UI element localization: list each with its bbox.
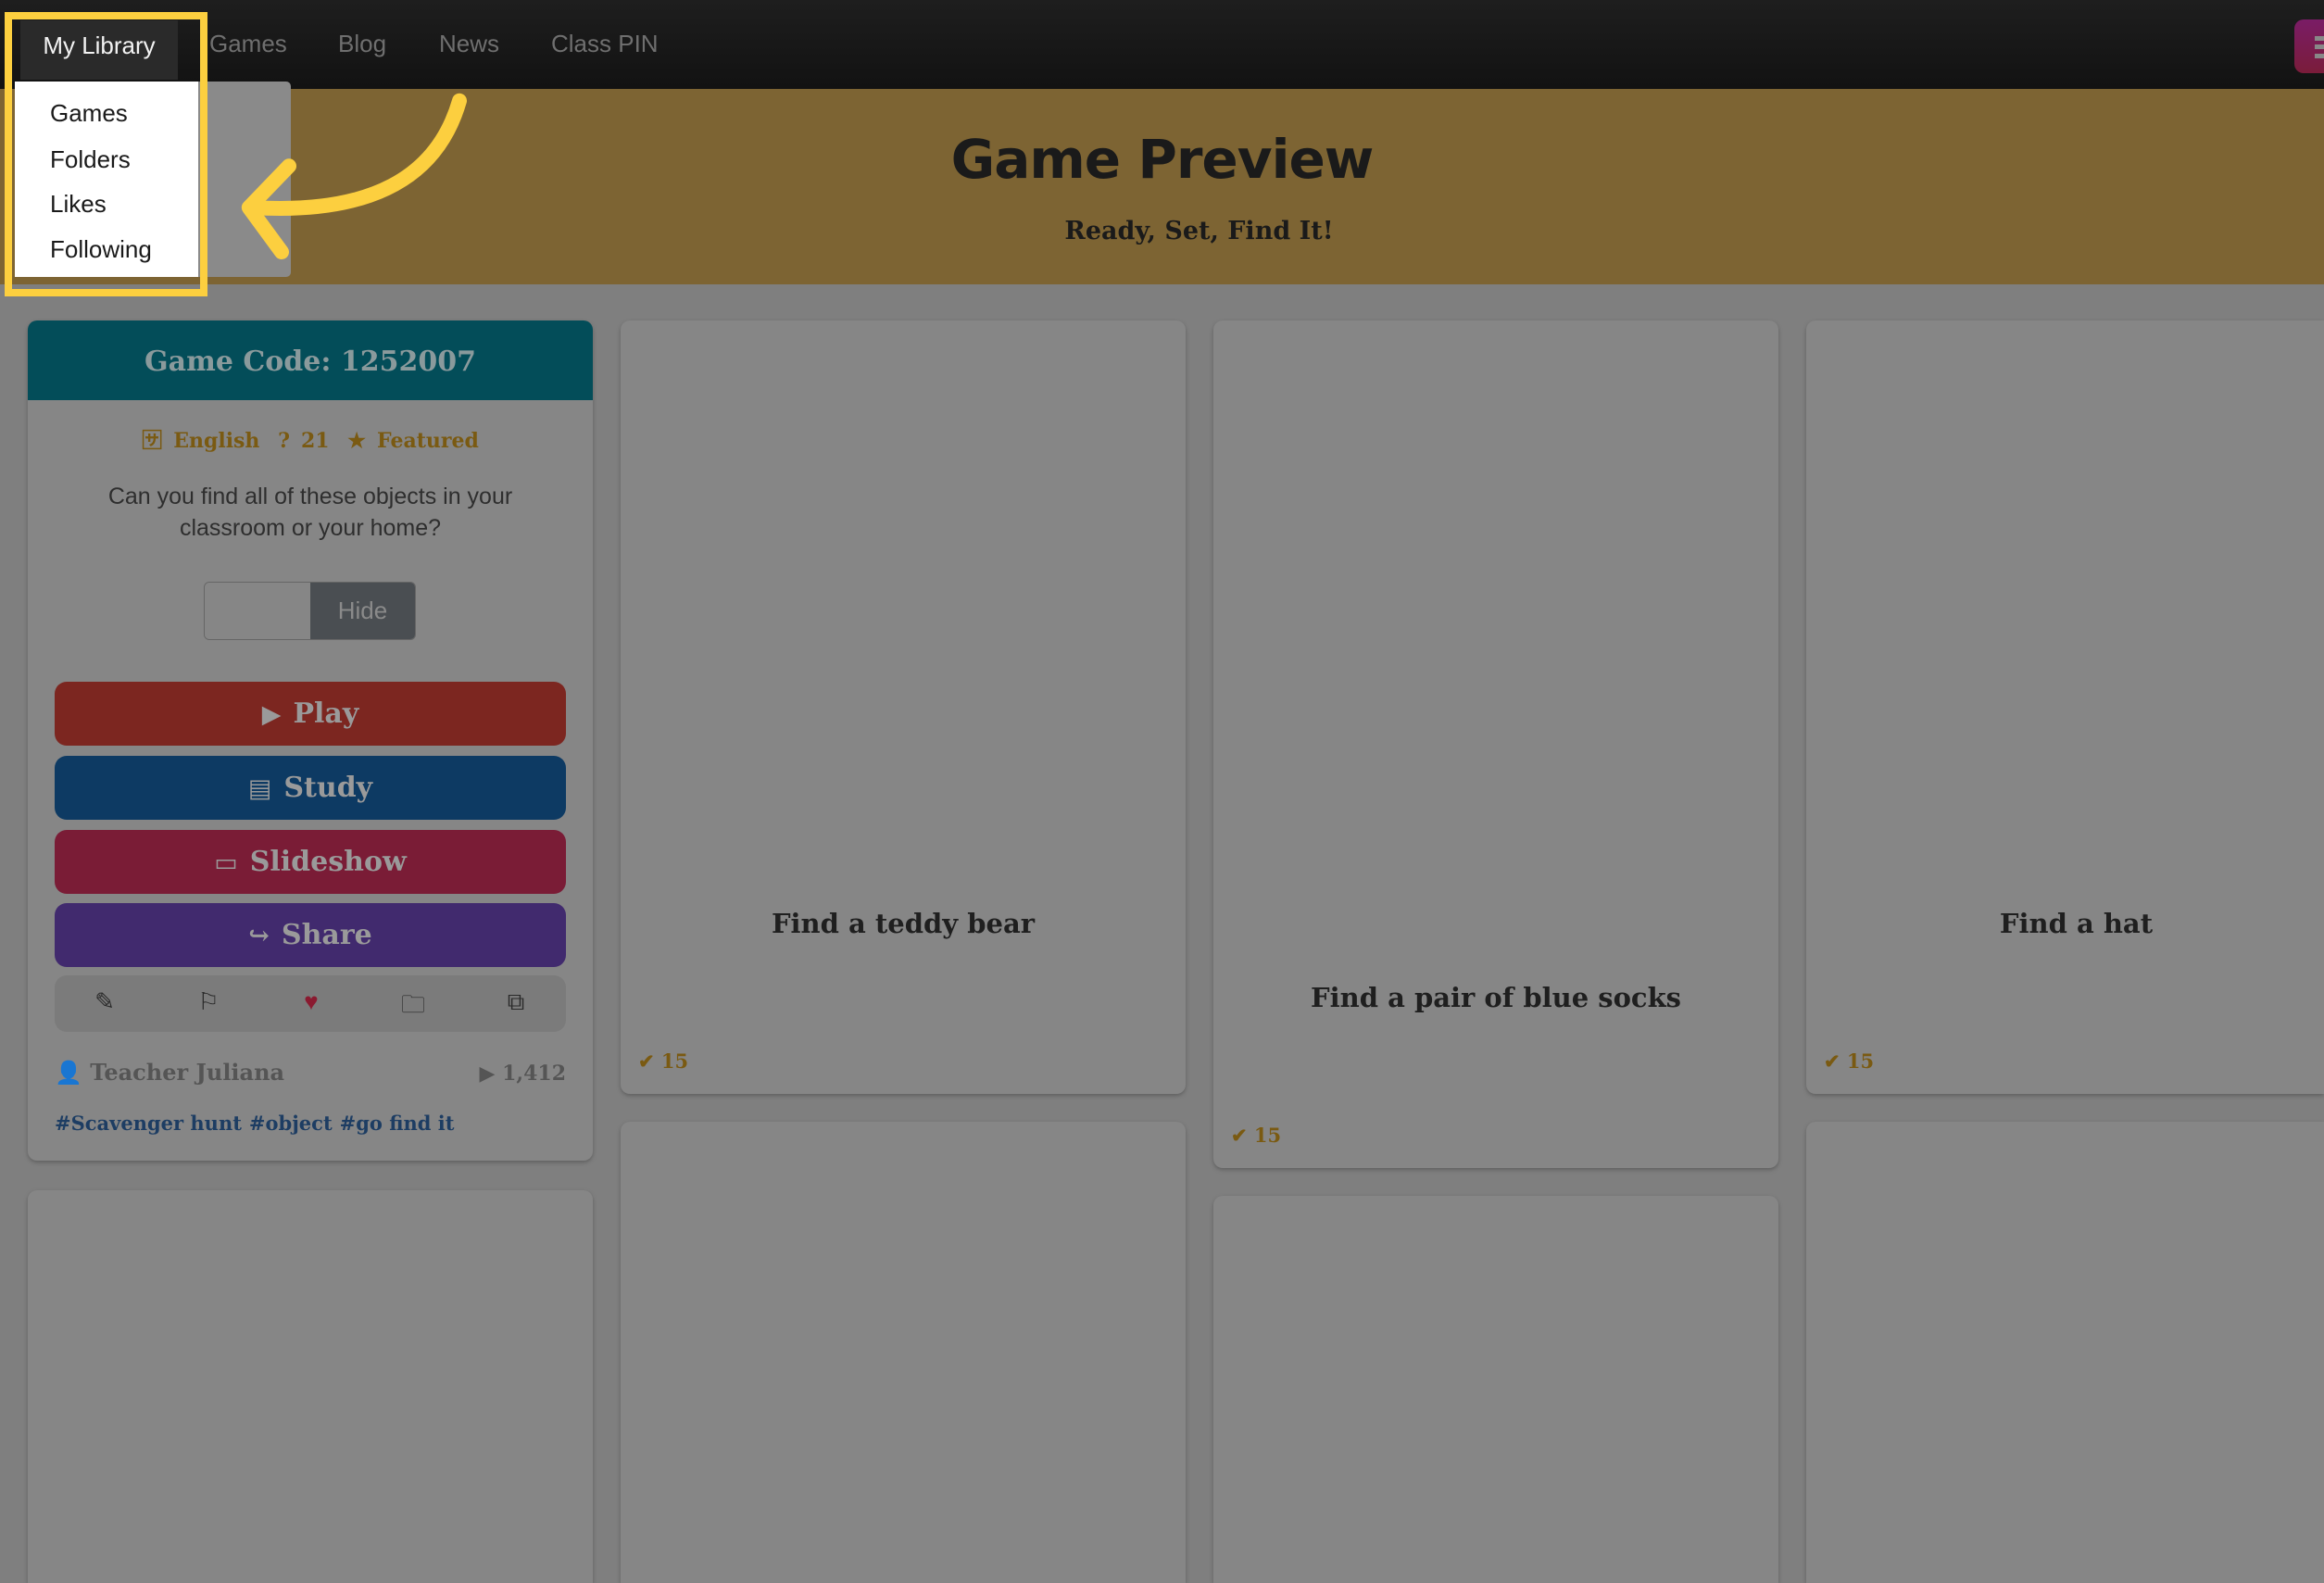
game-info-card: Game Code: 1252007 🈂 English ? 21 ★ Feature… xyxy=(28,320,593,1161)
count-value: 15 xyxy=(1253,1124,1282,1147)
game-description: Can you find all of these objects in you… xyxy=(107,484,513,541)
heart-icon[interactable]: ♥ xyxy=(289,987,333,1016)
book-icon: ▤ xyxy=(247,774,272,803)
game-code: Game Code: 1252007 xyxy=(28,320,593,400)
question-icon: ? xyxy=(278,429,290,453)
slideshow-button[interactable]: ▭ Slideshow xyxy=(55,830,566,894)
hide-toggle[interactable]: Hide xyxy=(204,582,416,640)
copy-icon[interactable]: ⧉ xyxy=(494,987,538,1017)
nav-games[interactable]: Games xyxy=(209,30,287,58)
count-value: 15 xyxy=(660,1049,689,1073)
play-count-icon: ▶ xyxy=(479,1062,496,1086)
user-icon: 👤 xyxy=(55,1059,82,1086)
question-card[interactable] xyxy=(621,1122,1186,1583)
pencil-icon[interactable]: ✎ xyxy=(82,987,127,1016)
question-card[interactable] xyxy=(1213,1196,1778,1583)
play-count-value: 1,412 xyxy=(502,1062,566,1086)
card-title: Find a teddy bear xyxy=(771,908,1036,939)
folder-icon[interactable]: 🗀 xyxy=(391,987,435,1028)
play-label: Play xyxy=(293,697,359,730)
slideshow-label: Slideshow xyxy=(249,846,407,878)
flag-icon[interactable]: ⚐ xyxy=(186,987,231,1016)
nav-news[interactable]: News xyxy=(439,30,499,58)
author[interactable]: 👤 Teacher Juliana xyxy=(55,1059,284,1086)
study-button[interactable]: ▤ Study xyxy=(55,756,566,820)
highlight-box xyxy=(5,12,207,296)
tag[interactable]: #Scavenger hunt xyxy=(55,1112,242,1135)
question-count: 21 xyxy=(301,429,330,453)
card-title: Find a pair of blue socks xyxy=(1311,982,1681,1013)
toggle-off[interactable] xyxy=(205,583,310,639)
question-card[interactable]: Find a hat ✔ 15 xyxy=(1806,320,2324,1094)
nav-class-pin[interactable]: Class PIN xyxy=(551,30,659,58)
card-count: ✔ 15 xyxy=(1231,1124,1282,1147)
study-label: Study xyxy=(283,772,373,804)
annotation-arrow-icon xyxy=(241,93,467,259)
share-label: Share xyxy=(281,919,372,951)
tags: #Scavenger hunt #object #go find it xyxy=(55,1112,461,1135)
share-icon: ↪ xyxy=(248,922,270,950)
monitor-icon: ▭ xyxy=(214,848,238,877)
card-count: ✔ 15 xyxy=(638,1049,689,1073)
play-button[interactable]: ▶ Play xyxy=(55,682,566,746)
toggle-hide-label[interactable]: Hide xyxy=(310,583,415,639)
card-title: Find a hat xyxy=(1999,908,2154,939)
language-icon: 🈂 xyxy=(142,429,163,453)
card-count: ✔ 15 xyxy=(1824,1049,1875,1073)
play-icon: ▶ xyxy=(261,700,282,729)
question-card[interactable] xyxy=(28,1190,593,1583)
share-button[interactable]: ↪ Share xyxy=(55,903,566,967)
featured-badge: Featured xyxy=(377,429,479,453)
game-meta: 🈂 English ? 21 ★ Featured xyxy=(28,424,593,454)
action-icon-bar: ✎ ⚐ ♥ 🗀 ⧉ xyxy=(55,975,566,1032)
play-count: ▶ 1,412 xyxy=(480,1062,566,1086)
hamburger-icon[interactable] xyxy=(2294,19,2324,73)
count-value: 15 xyxy=(1846,1049,1875,1073)
tag[interactable]: #object xyxy=(249,1112,333,1135)
page: My Library Games Blog News Class PIN Gam… xyxy=(0,0,2324,1583)
top-nav: My Library Games Blog News Class PIN xyxy=(0,0,2324,89)
language: English xyxy=(173,429,260,453)
nav-blog[interactable]: Blog xyxy=(338,30,386,58)
question-card[interactable]: Find a pair of blue socks ✔ 15 xyxy=(1213,320,1778,1168)
question-card[interactable]: Find a teddy bear ✔ 15 xyxy=(621,320,1186,1094)
tag[interactable]: #go find it xyxy=(340,1112,455,1135)
star-icon: ★ xyxy=(347,429,367,453)
question-card[interactable] xyxy=(1806,1122,2324,1583)
author-name: Teacher Juliana xyxy=(90,1059,285,1086)
